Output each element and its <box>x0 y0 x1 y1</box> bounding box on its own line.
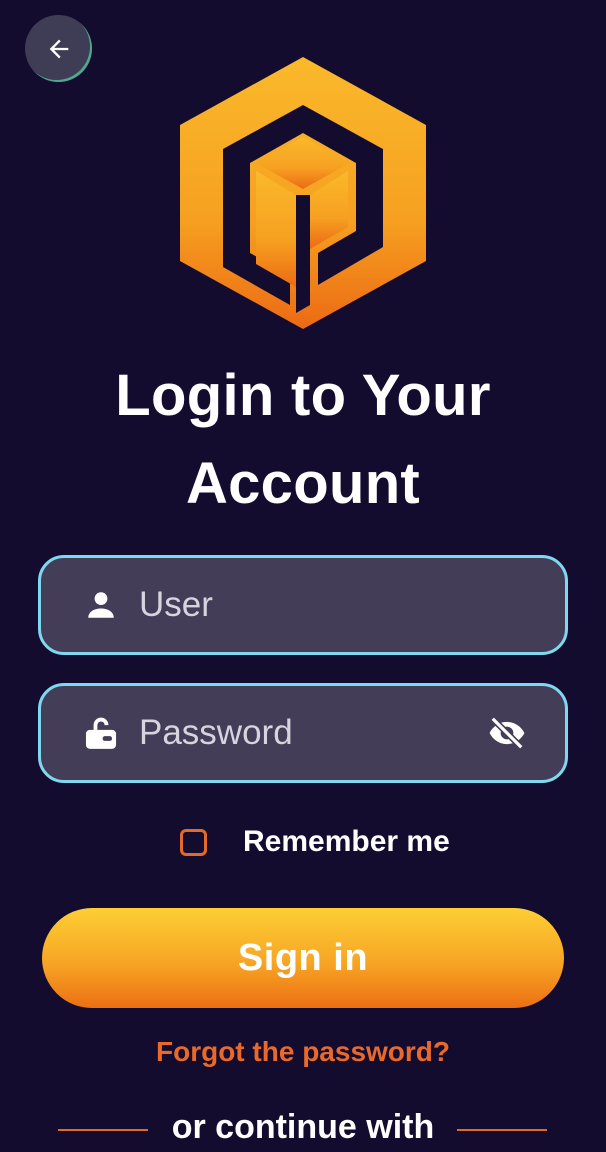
person-icon <box>81 585 121 625</box>
arrow-left-icon <box>49 39 68 58</box>
page-title: Login to Your Account <box>0 352 606 528</box>
continue-divider: or continue with <box>0 1108 606 1152</box>
title-line-1: Login to Your <box>115 363 491 428</box>
back-button[interactable] <box>25 15 92 82</box>
forgot-password-link[interactable]: Forgot the password? <box>0 1036 606 1068</box>
divider-line-right <box>457 1129 547 1131</box>
password-input[interactable] <box>139 686 469 780</box>
lock-icon <box>81 713 121 753</box>
remember-me-checkbox[interactable] <box>180 828 207 856</box>
user-field[interactable] <box>38 555 568 655</box>
sign-in-button[interactable]: Sign in <box>42 908 564 1008</box>
remember-me-label: Remember me <box>243 825 450 858</box>
eye-off-icon[interactable] <box>485 711 529 755</box>
divider-label: or continue with <box>171 1108 435 1146</box>
password-field[interactable] <box>38 683 568 783</box>
title-line-2: Account <box>185 451 421 516</box>
user-input[interactable] <box>139 558 469 652</box>
app-logo <box>180 57 426 329</box>
remember-me-row: Remember me <box>180 822 450 862</box>
login-screen: Login to Your Account User Remember me S… <box>0 0 606 1152</box>
